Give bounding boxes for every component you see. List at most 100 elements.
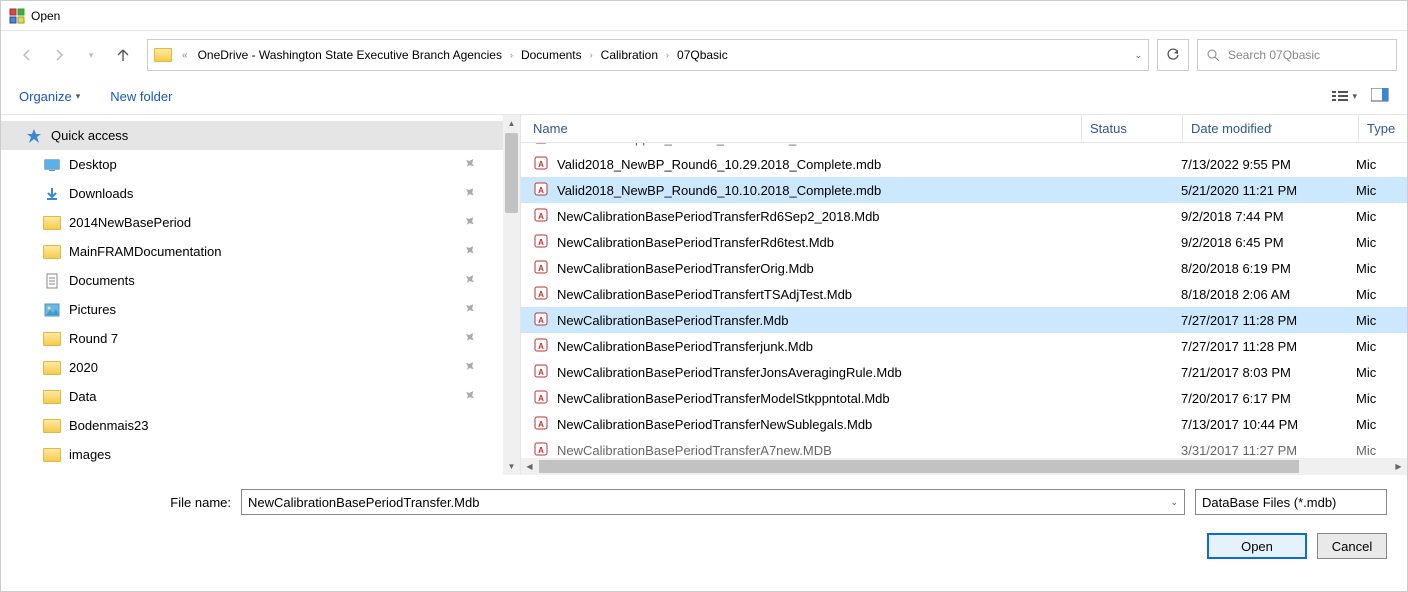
preview-pane-toggle[interactable] — [1371, 88, 1389, 105]
quick-access[interactable]: Quick access — [1, 121, 520, 150]
filename-input[interactable]: NewCalibrationBasePeriodTransfer.Mdb ⌄ — [241, 489, 1185, 515]
folder-icon — [43, 418, 61, 434]
file-type: Mic — [1356, 143, 1407, 146]
nav-item-label: MainFRAMDocumentation — [69, 244, 221, 259]
svg-text:A: A — [538, 264, 544, 273]
chevron-right-icon[interactable]: › — [506, 50, 517, 60]
folder-icon — [154, 48, 172, 62]
toolbar: Organize ▾ New folder ▾ — [1, 79, 1407, 115]
file-date: 7/27/2017 11:28 PM — [1181, 313, 1356, 328]
scroll-thumb[interactable] — [539, 460, 1299, 473]
nav-item[interactable]: Desktop — [1, 150, 520, 179]
file-row[interactable]: ANewCalibrationBasePeriodTransferNewSubl… — [521, 411, 1407, 437]
cancel-button[interactable]: Cancel — [1317, 533, 1387, 559]
file-name: NewCalibrationBasePeriodTransferNewSuble… — [557, 417, 1081, 432]
file-name: NewCalibrationBasePeriodTransferModelStk… — [557, 391, 1081, 406]
breadcrumb-item[interactable]: OneDrive - Washington State Executive Br… — [198, 48, 502, 62]
file-row[interactable]: ANewCalibrationBasePeriodTransferModelSt… — [521, 385, 1407, 411]
pin-icon — [464, 302, 476, 317]
svg-text:A: A — [538, 342, 544, 351]
nav-item[interactable]: Round 7 — [1, 324, 520, 353]
filename-dropdown-icon[interactable]: ⌄ — [1170, 497, 1178, 508]
file-row[interactable]: AValid2018_NewBP_Round6_10.29.2018_Compl… — [521, 151, 1407, 177]
file-type: Mic — [1356, 391, 1407, 406]
file-row[interactable]: AValid2018_NewBP_Round6_10.10.2018_Compl… — [521, 177, 1407, 203]
recent-dropdown[interactable]: ▾ — [81, 45, 101, 65]
folder-icon — [43, 389, 61, 405]
nav-item[interactable]: 2020 — [1, 353, 520, 382]
file-row[interactable]: ANewCalibrationBasePeriodTransferRd6test… — [521, 229, 1407, 255]
folder-icon — [43, 447, 61, 463]
navigation-bar: ▾ « OneDrive - Washington State Executiv… — [1, 31, 1407, 79]
navigation-pane: Quick accessDesktopDownloads2014NewBaseP… — [1, 115, 521, 475]
mdb-file-icon: A — [533, 311, 551, 329]
file-date: 5/21/2020 11:21 PM — [1181, 183, 1356, 198]
nav-item[interactable]: Pictures — [1, 295, 520, 324]
mdb-file-icon: A — [533, 207, 551, 225]
file-row[interactable]: ANewCalibrationBasePeriodTransferjunk.Md… — [521, 333, 1407, 359]
up-button[interactable] — [113, 45, 133, 65]
column-type[interactable]: Type — [1359, 121, 1407, 136]
mdb-file-icon: A — [533, 259, 551, 277]
nav-item-label: Documents — [69, 273, 135, 288]
breadcrumb-overflow[interactable]: « — [176, 50, 194, 61]
horizontal-scrollbar[interactable]: ◀ ▶ — [521, 458, 1407, 475]
breadcrumb-item[interactable]: Calibration — [601, 48, 658, 62]
nav-item[interactable]: 2014NewBasePeriod — [1, 208, 520, 237]
pin-icon — [464, 157, 476, 172]
file-date: 9/2/2018 7:44 PM — [1181, 209, 1356, 224]
nav-item[interactable]: images — [1, 440, 520, 469]
scroll-left-icon[interactable]: ◀ — [521, 458, 538, 475]
file-row[interactable]: ANewCalibrationBasePeriodTransferA7new.M… — [521, 437, 1407, 458]
address-bar[interactable]: « OneDrive - Washington State Executive … — [147, 39, 1149, 71]
file-date: 7/13/2022 9:55 PM — [1181, 157, 1356, 172]
view-options[interactable]: ▾ — [1332, 90, 1357, 104]
file-row[interactable]: A NewCalibrationBasePeriodTransferOrig.Md… — [521, 255, 1407, 281]
file-row[interactable]: ANewCalibrationBasePeriodTransferJonsAve… — [521, 359, 1407, 385]
organize-menu[interactable]: Organize ▾ — [19, 89, 80, 104]
scroll-right-icon[interactable]: ▶ — [1390, 458, 1407, 475]
mdb-file-icon: A — [533, 337, 551, 355]
scroll-down-icon[interactable]: ▼ — [503, 458, 520, 475]
nav-item-label: Round 7 — [69, 331, 118, 346]
file-name: NewCalibrationBasePeriodTransferRd6test.… — [557, 235, 1081, 250]
file-type: Mic — [1356, 209, 1407, 224]
file-date: 9/2/2018 6:45 PM — [1181, 235, 1356, 250]
scroll-up-icon[interactable]: ▲ — [503, 115, 520, 132]
file-row[interactable]: ANewCalibrationBasePeriodTransfer.Mdb7/2… — [521, 307, 1407, 333]
column-name[interactable]: Name — [533, 121, 1081, 136]
file-name: NewCalibrationBasePeriodTransferOrig.Mdb — [557, 261, 1081, 276]
folder-icon — [43, 215, 61, 231]
chevron-right-icon[interactable]: › — [586, 50, 597, 60]
title-bar: Open — [1, 1, 1407, 31]
filetype-filter[interactable]: DataBase Files (*.mdb) ⌄ — [1195, 489, 1387, 515]
chevron-right-icon[interactable]: › — [662, 50, 673, 60]
breadcrumb-item[interactable]: Documents — [521, 48, 582, 62]
nav-scrollbar[interactable]: ▲ ▼ — [503, 115, 520, 475]
search-icon — [1206, 48, 1220, 62]
file-row[interactable]: ACalibrationSupport_Rounds_10.10.2018_MA… — [521, 143, 1407, 151]
file-name: NewCalibrationBasePeriodTransferRd6Sep2_… — [557, 209, 1081, 224]
refresh-button[interactable] — [1157, 39, 1189, 71]
column-date[interactable]: ⌄Date modified — [1183, 121, 1358, 136]
breadcrumb-item[interactable]: 07Qbasic — [677, 48, 728, 62]
forward-button[interactable] — [49, 45, 69, 65]
address-dropdown[interactable]: ⌄ — [1134, 50, 1142, 61]
file-type: Mic — [1356, 443, 1407, 458]
back-button[interactable] — [17, 45, 37, 65]
scroll-thumb[interactable] — [505, 133, 518, 213]
file-date: 7/27/2017 11:28 PM — [1181, 339, 1356, 354]
nav-item[interactable]: Data — [1, 382, 520, 411]
file-row[interactable]: ANewCalibrationBasePeriodTransfertTSAdjT… — [521, 281, 1407, 307]
file-row[interactable]: A NewCalibrationBasePeriodTransferRd6Sep2… — [521, 203, 1407, 229]
search-input[interactable]: Search 07Qbasic — [1197, 39, 1397, 71]
file-name: Valid2018_NewBP_Round6_10.10.2018_Comple… — [557, 183, 1081, 198]
new-folder-button[interactable]: New folder — [110, 89, 172, 104]
desktop-icon — [43, 157, 61, 173]
nav-item[interactable]: Bodenmais23 — [1, 411, 520, 440]
open-button[interactable]: Open — [1207, 533, 1307, 559]
nav-item[interactable]: Documents — [1, 266, 520, 295]
nav-item[interactable]: Downloads — [1, 179, 520, 208]
column-status[interactable]: Status — [1082, 121, 1182, 136]
nav-item[interactable]: MainFRAMDocumentation — [1, 237, 520, 266]
